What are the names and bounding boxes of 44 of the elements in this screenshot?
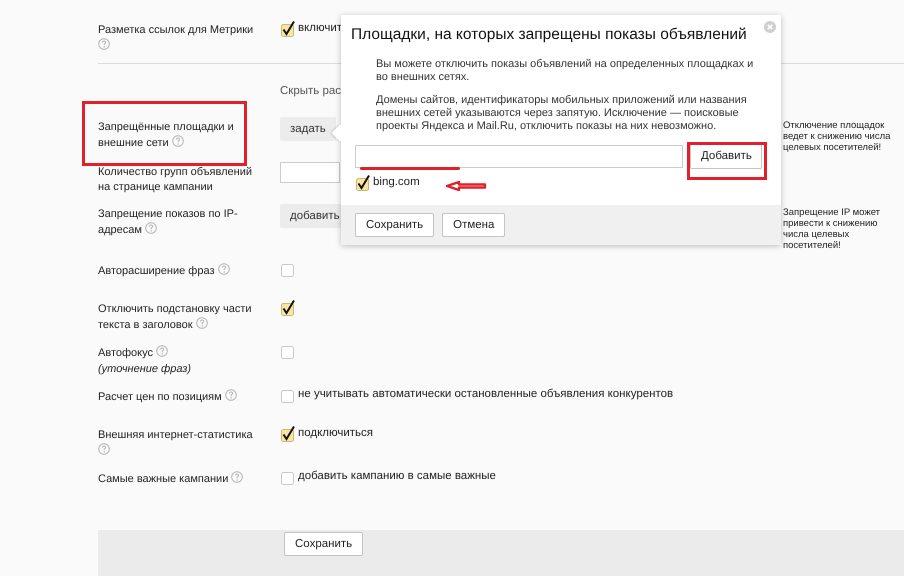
setting-label: Автофокус [98,345,260,361]
setting-label: Внешняя интернет-статистика [98,428,260,459]
option-label: не учитывать автоматически остановленные объявления конкурентов [298,387,674,402]
dialog-title: Площадки, на которых запрещены показы объявлений [351,26,747,44]
setting-label: Расчет цен по позициям [98,389,260,405]
dialog-button[interactable]: Отмена [442,213,506,237]
help-icon[interactable] [218,263,230,275]
help-icon[interactable] [224,389,237,401]
dialog-text: Домены сайтов, идентификаторы мобильных приложений или названия внешних сетей указываются через запятую. Исключение — поисковые проекты Яндекса и Mail.Ru, отключить показы на них невозможно. [376,94,748,133]
warning-note: Запрещение IP может привести к снижению числа целевых посетителей! [783,207,882,251]
checkbox[interactable] [281,20,295,37]
domain-label: bing.com [373,175,420,190]
help-icon[interactable] [156,345,168,357]
checkbox[interactable] [356,174,370,191]
setting-label: Запрещённые площадки и внешние сети [98,120,235,151]
help-icon[interactable] [145,222,158,234]
setting-label: Самые важные кампании [98,471,260,487]
warning-note: Отключение площадок ведет к снижению числа целевых посетителей! [783,120,892,153]
setting-note: (уточнение фраз) [98,362,192,377]
help-icon[interactable] [196,317,208,329]
close-icon[interactable] [764,21,776,33]
save-button[interactable]: Сохранить [284,532,364,556]
help-icon[interactable] [98,443,110,455]
text-field[interactable] [280,162,340,183]
domain-field[interactable] [355,144,683,168]
help-icon[interactable] [172,135,184,147]
option-label: добавить кампанию в самые важные [298,469,496,484]
help-icon[interactable] [98,38,110,50]
toggle-link[interactable]: Скрыть рас [280,85,341,97]
checkbox[interactable] [281,425,295,442]
setting-label: Количество групп объявлений на странице кампании [98,165,253,195]
checkbox[interactable] [281,299,295,316]
option-label: включит [298,21,342,36]
help-icon[interactable] [231,471,244,483]
setting-label: Разметка ссылок для Метрики [98,23,260,54]
setting-label: Авторасширение фраз [98,263,260,279]
dialog-button[interactable]: Сохранить [355,213,434,237]
option-label: подключиться [298,426,373,441]
add-button[interactable]: Добавить [690,143,762,169]
setting-label: Отключить подстановку части текста в заголовок [98,302,253,333]
form-button[interactable]: задать [280,117,336,141]
arrow-icon [445,181,487,191]
setting-label: Запрещение показов по IP-адресам [98,207,239,238]
dialog-text: Вы можете отключить показы объявлений на определенных площадках и во внешних сетях. [376,58,754,84]
